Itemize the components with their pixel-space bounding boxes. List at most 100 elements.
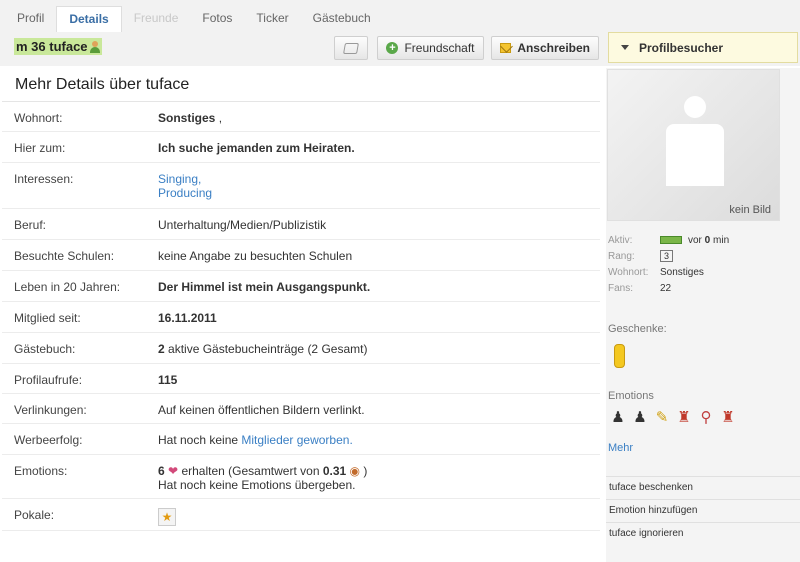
interest-link-singing[interactable]: Singing,	[158, 172, 600, 186]
gaestebuch-text: aktive Gästebucheinträge (2 Gesamt)	[164, 342, 368, 356]
gaestebuch-count: 2	[158, 342, 165, 356]
emotion-coin-icon: ◉	[349, 464, 361, 478]
detail-row-emotions: Emotions: 6 ❤ erhalten (Gesamtwert von 0…	[2, 455, 600, 499]
detail-label: Werbeerfolg:	[14, 433, 83, 447]
emotions-close: )	[360, 464, 368, 478]
stat-value: vor 0 min	[660, 233, 729, 249]
stat-aktiv: Aktiv: vor 0 min	[608, 233, 729, 249]
plus-icon: +	[386, 42, 399, 54]
avatar-placeholder-body	[666, 124, 724, 186]
stat-rang: Rang: 3	[608, 249, 729, 265]
emotions-total: 0.31	[322, 464, 347, 478]
detail-label: Hier zum:	[14, 141, 66, 155]
paddle-emotion-icon[interactable]: ⚲	[696, 408, 716, 428]
detail-value: Sonstiges ,	[158, 111, 600, 131]
profile-stats: Aktiv: vor 0 min Rang: 3 Wohnort: Sonsti…	[608, 233, 729, 297]
rooster-emotion-icon[interactable]: ♜	[674, 408, 694, 428]
tab-freunde: Freunde	[133, 11, 179, 25]
caret-down-icon	[621, 45, 629, 50]
tab-details[interactable]: Details	[56, 6, 122, 32]
emotions-heading: Emotions	[608, 390, 654, 402]
schulen-value: keine Angabe zu besuchten Schulen	[158, 249, 353, 263]
profile-avatar: kein Bild	[607, 69, 780, 221]
detail-label: Emotions:	[14, 464, 68, 478]
profile-actions: tuface beschenken Emotion hinzufügen tuf…	[606, 476, 800, 545]
profile-sidebar: kein Bild Aktiv: vor 0 min Rang: 3 Wohno…	[606, 68, 800, 562]
detail-row-verlinkungen: Verlinkungen: Auf keinen öffentlichen Bi…	[2, 394, 600, 424]
profile-visitors-toggle[interactable]: Profilbesucher	[608, 32, 798, 63]
rooster-emotion-icon[interactable]: ♜	[718, 408, 738, 428]
emotions-given-text: Hat noch keine Emotions übergeben.	[158, 478, 356, 492]
werbe-prefix: Hat noch keine	[158, 433, 242, 447]
detail-label: Interessen:	[14, 172, 74, 186]
detail-row-hier-zum: Hier zum: Ich suche jemanden zum Heirate…	[2, 132, 600, 163]
detail-label: Beruf:	[14, 218, 47, 232]
rank-badge: 3	[660, 250, 674, 262]
message-icon-button[interactable]	[334, 36, 368, 60]
details-title: Mehr Details über tuface	[15, 76, 190, 93]
add-emotion-action[interactable]: Emotion hinzufügen	[606, 499, 800, 522]
werbe-link[interactable]: Mitglieder geworben.	[241, 433, 352, 447]
detail-row-wohnort: Wohnort: Sonstiges ,	[2, 102, 600, 132]
heart-icon: ❤	[168, 464, 179, 478]
sign-emotion-icon[interactable]: ✎	[652, 408, 672, 428]
stat-value: Sonstiges	[660, 267, 704, 278]
tab-ticker[interactable]: Ticker	[244, 6, 300, 32]
emotions-list: ♟ ♟ ✎ ♜ ⚲ ♜	[608, 408, 738, 428]
detail-label: Gästebuch:	[14, 342, 76, 356]
detail-row-aufrufe: Profilaufrufe: 115	[2, 364, 600, 394]
gifts-heading: Geschenke:	[608, 323, 667, 335]
avatar-placeholder-head	[684, 96, 706, 118]
stat-fans: Fans: 22	[608, 281, 729, 297]
stat-wohnort: Wohnort: Sonstiges	[608, 265, 729, 281]
detail-value: 6 ❤ erhalten (Gesamtwert von 0.31 ◉ ) Ha…	[158, 464, 600, 498]
detail-value: ★	[158, 508, 600, 530]
leben-value: Der Himmel ist mein Ausgangspunkt.	[158, 280, 371, 294]
hier-zum-value: Ich suche jemanden zum Heiraten.	[158, 141, 355, 155]
tab-fotos[interactable]: Fotos	[190, 6, 244, 32]
fans-link[interactable]: 22	[660, 281, 671, 297]
stat-label: Fans:	[608, 283, 634, 294]
profile-header: Profil Details Freunde Fotos Ticker Gäst…	[0, 0, 800, 66]
detail-label: Besuchte Schulen:	[14, 249, 115, 263]
envelope-icon	[500, 43, 512, 53]
details-table: Wohnort: Sonstiges , Hier zum: Ich suche…	[2, 101, 600, 531]
speech-bubble-icon	[343, 42, 359, 54]
no-picture-label: kein Bild	[729, 204, 771, 216]
emotions-count: 6	[158, 464, 165, 478]
friendship-label: Freundschaft	[404, 41, 475, 55]
beruf-value: Unterhaltung/Medien/Publizistik	[158, 218, 327, 232]
detail-value: Hat noch keine Mitglieder geworben.	[158, 433, 600, 454]
emotions-received-text: erhalten (Gesamtwert von	[181, 464, 323, 478]
write-message-button[interactable]: Anschreiben	[491, 36, 599, 60]
detail-label: Verlinkungen:	[14, 403, 87, 417]
profile-visitors-label: Profilbesucher	[639, 40, 724, 55]
aktiv-prefix: vor	[688, 235, 705, 246]
ignore-user-action[interactable]: tuface ignorieren	[606, 522, 800, 545]
detail-row-werbeerfolg: Werbeerfolg: Hat noch keine Mitglieder g…	[2, 424, 600, 455]
more-emotions-link[interactable]: Mehr	[608, 442, 633, 454]
stat-value: 3	[660, 249, 674, 265]
detail-label: Profilaufrufe:	[14, 373, 83, 387]
crowd-emotion-icon[interactable]: ♟	[630, 408, 650, 428]
detail-value: Singing, Producing	[158, 172, 600, 208]
tab-profil[interactable]: Profil	[5, 6, 56, 32]
tab-gaestebuch[interactable]: Gästebuch	[301, 6, 383, 32]
detail-row-mitglied: Mitglied seit: 16.11.2011	[2, 302, 600, 333]
friendship-button[interactable]: + Freundschaft	[377, 36, 484, 60]
user-title-text: m 36 tuface	[16, 39, 88, 54]
detail-label: Mitglied seit:	[14, 311, 81, 325]
write-message-label: Anschreiben	[517, 41, 590, 55]
detail-row-leben: Leben in 20 Jahren: Der Himmel ist mein …	[2, 271, 600, 302]
detail-label: Leben in 20 Jahren:	[14, 280, 121, 294]
detail-row-beruf: Beruf: Unterhaltung/Medien/Publizistik	[2, 209, 600, 240]
stat-label: Rang:	[608, 251, 635, 262]
trophy-icon[interactable]: ★	[158, 508, 176, 526]
interest-link-producing[interactable]: Producing	[158, 186, 600, 200]
user-icon	[89, 40, 100, 53]
gift-user-action[interactable]: tuface beschenken	[606, 476, 800, 499]
profile-tabs: Profil Details Freunde Fotos Ticker Gäst…	[5, 6, 383, 32]
gift-icon[interactable]	[614, 344, 625, 368]
user-title: m 36 tuface	[14, 38, 102, 55]
crowd-emotion-icon[interactable]: ♟	[608, 408, 628, 428]
